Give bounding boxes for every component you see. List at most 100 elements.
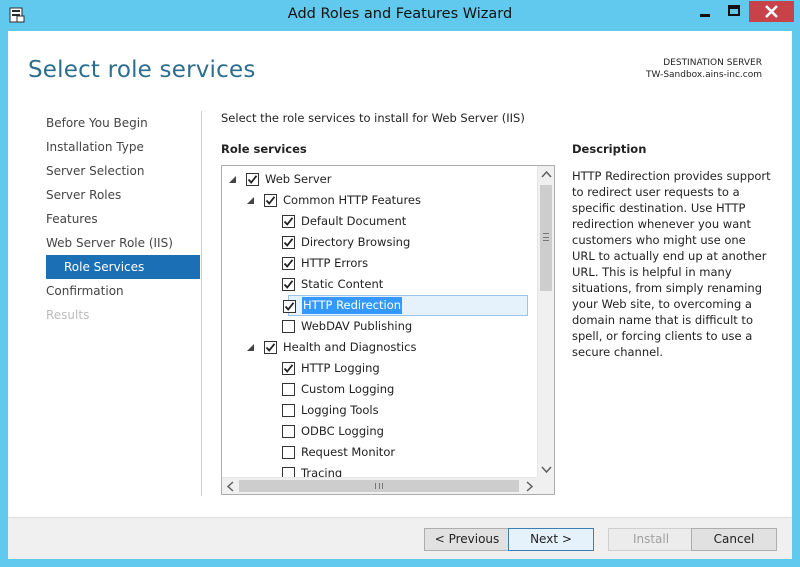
horizontal-scroll-thumb[interactable] [239, 480, 519, 492]
horizontal-scrollbar[interactable] [222, 477, 538, 494]
tree-row-label: ODBC Logging [301, 424, 384, 438]
cancel-button[interactable]: Cancel [691, 528, 777, 551]
nav-item-before-you-begin[interactable]: Before You Begin [46, 111, 200, 135]
tree-row[interactable]: Default Document [222, 211, 528, 232]
nav-item-installation-type[interactable]: Installation Type [46, 135, 200, 159]
page-title: Select role services [28, 57, 256, 83]
tree-row-label: HTTP Logging [301, 361, 380, 375]
wizard-window: Add Roles and Features Wizard Select rol… [0, 0, 800, 567]
tree-row-label: Default Document [301, 214, 407, 228]
nav-item-server-selection[interactable]: Server Selection [46, 159, 200, 183]
tree-row[interactable]: Common HTTP Features [222, 190, 528, 211]
nav-item-role-services[interactable]: Role Services [46, 255, 200, 279]
tree-row[interactable]: Custom Logging [222, 379, 528, 400]
checkmark-icon [265, 196, 276, 205]
tree-row[interactable]: WebDAV Publishing [222, 316, 528, 337]
next-button[interactable]: Next > [508, 528, 594, 551]
vertical-scrollbar[interactable] [537, 166, 554, 478]
description-heading: Description [572, 142, 647, 156]
tree-row[interactable]: Directory Browsing [222, 232, 528, 253]
role-services-heading: Role services [221, 142, 307, 156]
scroll-right-button[interactable] [521, 478, 538, 494]
tree-checkbox[interactable] [282, 257, 295, 270]
nav-item-web-server-role[interactable]: Web Server Role (IIS) [46, 231, 200, 255]
tree-checkbox[interactable] [282, 404, 295, 417]
tree-checkbox[interactable] [283, 300, 296, 313]
tree-checkbox[interactable] [264, 194, 277, 207]
checkmark-icon [283, 217, 294, 226]
button-bar: < Previous Next > Install Cancel [8, 517, 792, 559]
tree-row-label: WebDAV Publishing [301, 319, 413, 333]
checkmark-icon [284, 302, 295, 311]
tree-checkbox[interactable] [282, 215, 295, 228]
maximize-icon [728, 5, 740, 16]
nav-divider [201, 111, 202, 496]
chevron-down-icon [541, 466, 552, 474]
header: Select role services DESTINATION SERVER … [8, 31, 792, 97]
nav-item-confirmation[interactable]: Confirmation [46, 279, 200, 303]
tree-row[interactable]: Static Content [222, 274, 528, 295]
checkmark-icon [283, 259, 294, 268]
chevron-right-icon [526, 481, 534, 492]
title-bar[interactable]: Add Roles and Features Wizard [0, 0, 800, 31]
tree-checkbox[interactable] [282, 425, 295, 438]
destination-server-label: DESTINATION SERVER [663, 58, 762, 68]
checkmark-icon [283, 238, 294, 247]
checkmark-icon [265, 343, 276, 352]
tree-checkbox[interactable] [246, 173, 259, 186]
tree-checkbox[interactable] [282, 278, 295, 291]
checkmark-icon [247, 175, 258, 184]
expanded-triangle-icon[interactable] [246, 337, 256, 358]
scrollbar-corner [537, 477, 554, 494]
nav-item-server-roles[interactable]: Server Roles [46, 183, 200, 207]
expanded-triangle-icon[interactable] [228, 169, 238, 190]
tree-row[interactable]: Logging Tools [222, 400, 528, 421]
tree-checkbox[interactable] [282, 320, 295, 333]
role-services-tree[interactable]: Web Server Common HTTP Features Default Do… [221, 165, 555, 495]
minimize-button[interactable] [691, 1, 719, 22]
maximize-button[interactable] [720, 1, 748, 22]
nav-item-features[interactable]: Features [46, 207, 200, 231]
grip-icon [543, 233, 549, 241]
nav-item-results: Results [46, 308, 90, 322]
window-title: Add Roles and Features Wizard [287, 6, 513, 22]
destination-server-name: TW-Sandbox.ains-inc.com [646, 70, 762, 80]
tree-row-label: Custom Logging [301, 382, 395, 396]
checkmark-icon [283, 364, 294, 373]
tree-checkbox[interactable] [264, 341, 277, 354]
minimize-icon [700, 14, 710, 17]
chevron-up-icon [541, 170, 552, 178]
tree-row-label: Health and Diagnostics [283, 340, 417, 354]
tree-row[interactable]: Tracing [222, 463, 528, 478]
tree-checkbox[interactable] [282, 383, 295, 396]
description-text: HTTP Redirection provides support to red… [572, 169, 771, 359]
intro-text: Select the role services to install for … [221, 111, 525, 125]
install-button: Install [608, 528, 694, 551]
tree-row[interactable]: HTTP Redirection [283, 295, 528, 316]
tree-row-label: Request Monitor [301, 445, 396, 459]
previous-button[interactable]: < Previous [424, 528, 510, 551]
tree-row-label: Logging Tools [301, 403, 379, 417]
tree-checkbox[interactable] [282, 236, 295, 249]
tree-row[interactable]: Health and Diagnostics [222, 337, 528, 358]
tree-row-label: Directory Browsing [301, 235, 411, 249]
scroll-down-button[interactable] [538, 461, 554, 478]
expanded-triangle-icon[interactable] [246, 190, 256, 211]
tree-row-label: Common HTTP Features [283, 193, 421, 207]
vertical-scroll-thumb[interactable] [540, 185, 552, 291]
close-icon [765, 5, 778, 18]
wizard-nav: Before You Begin Installation Type Serve… [46, 111, 200, 327]
tree-viewport: Web Server Common HTTP Features Default Do… [222, 166, 532, 478]
scroll-up-button[interactable] [538, 166, 554, 183]
tree-checkbox[interactable] [282, 362, 295, 375]
tree-row[interactable]: HTTP Logging [222, 358, 528, 379]
tree-row[interactable]: ODBC Logging [222, 421, 528, 442]
tree-row[interactable]: HTTP Errors [222, 253, 528, 274]
wizard-client-area: Select role services DESTINATION SERVER … [8, 31, 792, 559]
scroll-left-button[interactable] [222, 478, 239, 494]
tree-row-label: HTTP Redirection [302, 297, 403, 314]
tree-row[interactable]: Web Server [222, 169, 528, 190]
tree-row[interactable]: Request Monitor [222, 442, 528, 463]
tree-checkbox[interactable] [282, 446, 295, 459]
close-button[interactable] [749, 1, 794, 22]
